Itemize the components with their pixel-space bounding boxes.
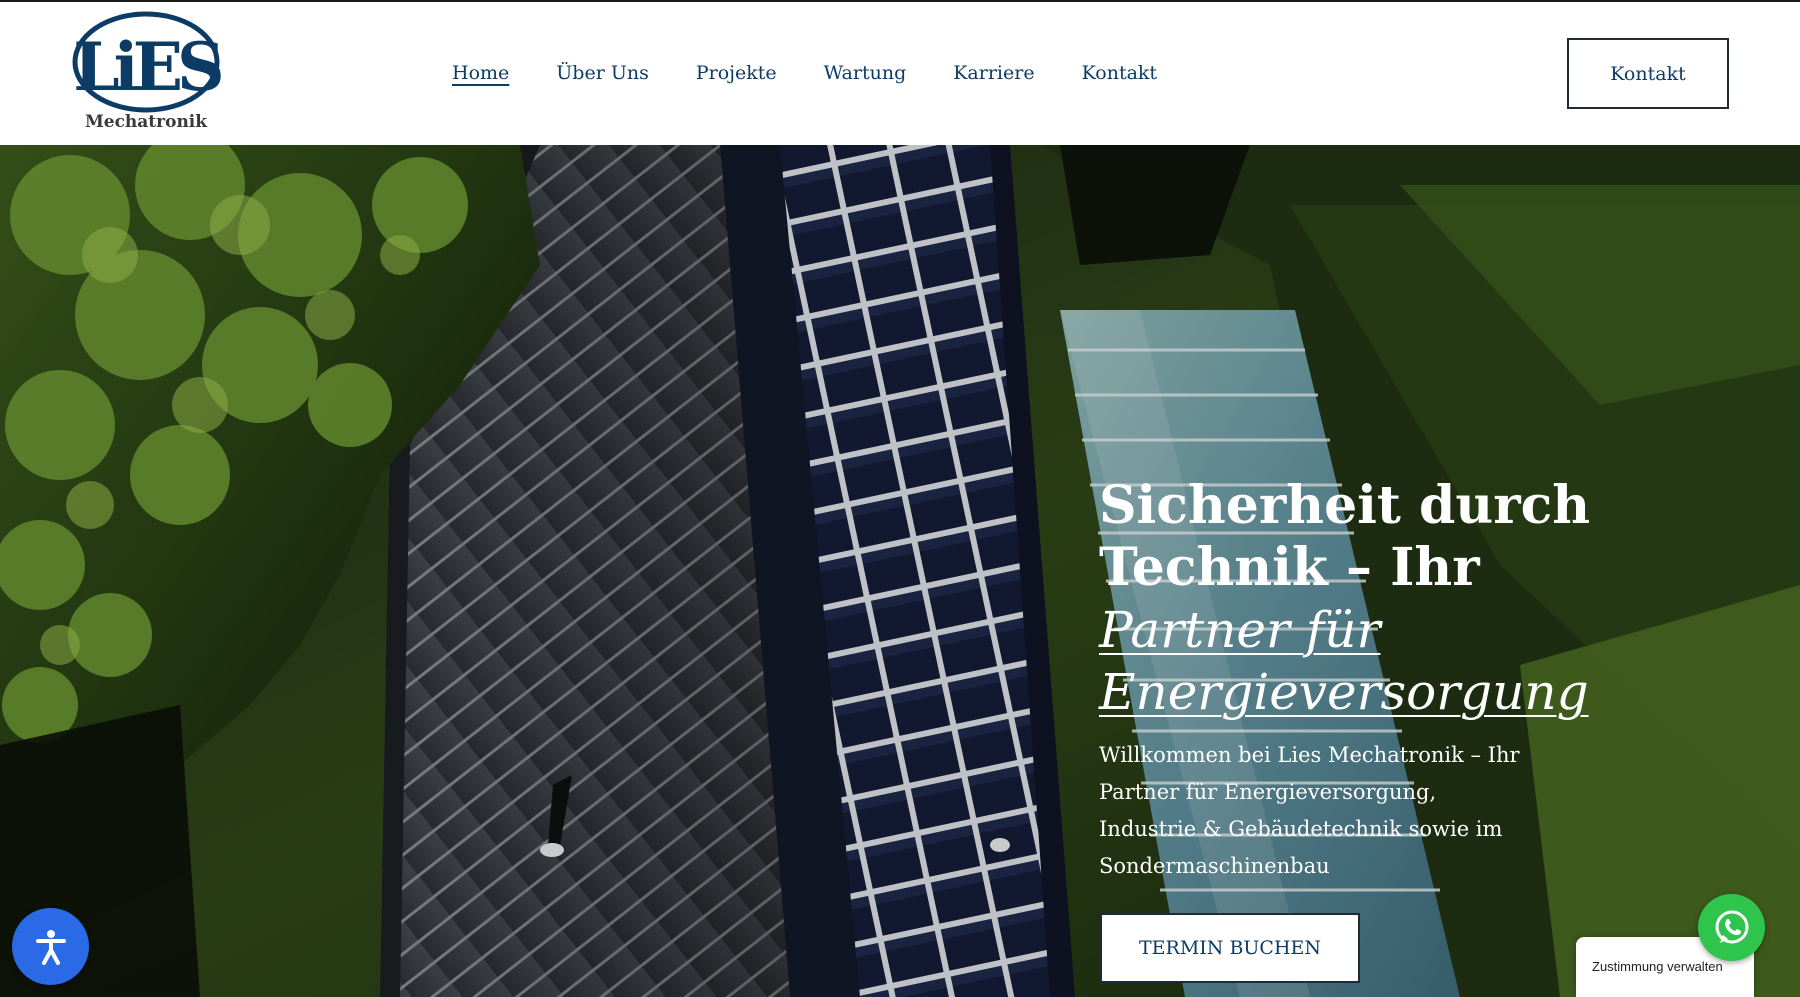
nav-home[interactable]: Home — [452, 60, 509, 90]
nav-kontakt[interactable]: Kontakt — [1082, 60, 1157, 90]
hero-text-block: Sicherheit durch Technik – Ihr Partner f… — [1099, 475, 1659, 885]
accessibility-person-icon — [35, 929, 66, 965]
accessibility-button[interactable] — [12, 908, 89, 985]
hero-section: Sicherheit durch Technik – Ihr Partner f… — [0, 145, 1800, 997]
nav-wartung[interactable]: Wartung — [824, 60, 907, 90]
nav-projekte[interactable]: Projekte — [696, 60, 777, 90]
hero-title-italic-line-2: Energieversorgung — [1099, 663, 1589, 721]
whatsapp-icon — [1715, 910, 1748, 943]
hero-title-line-2: Technik – Ihr — [1099, 537, 1480, 598]
logo-emblem: LiES — [72, 11, 222, 113]
hero-title-italic-line-1: Partner für — [1099, 601, 1381, 659]
main-navigation: Home Über Uns Projekte Wartung Karriere … — [452, 60, 1204, 90]
nav-karriere[interactable]: Karriere — [953, 60, 1034, 90]
whatsapp-chat-button[interactable] — [1698, 894, 1765, 961]
logo-caption: Mechatronik — [84, 112, 208, 132]
hero-subtitle: Willkommen bei Lies Mechatronik – Ihr Pa… — [1099, 743, 1520, 878]
site-header: LiES Mechatronik Home Über Uns Projekte … — [0, 2, 1800, 145]
hero-title-line-1: Sicherheit durch — [1099, 475, 1591, 536]
book-appointment-button[interactable]: TERMIN BUCHEN — [1100, 913, 1360, 983]
company-logo[interactable]: LiES Mechatronik — [70, 10, 222, 134]
logo-letters: LiES — [73, 28, 221, 106]
nav-ueber-uns[interactable]: Über Uns — [556, 60, 649, 90]
header-contact-button[interactable]: Kontakt — [1567, 38, 1729, 109]
